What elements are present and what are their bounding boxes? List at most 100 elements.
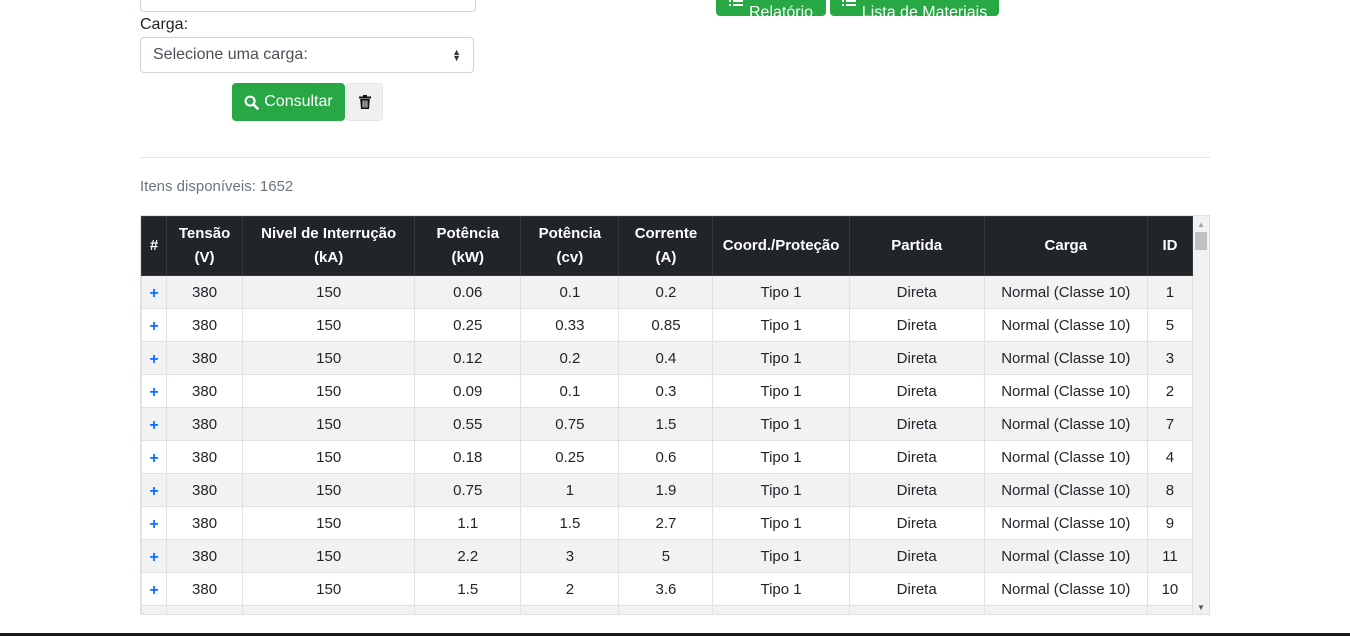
cell-coord: Tipo 1 xyxy=(712,539,850,573)
cell-id: 10 xyxy=(1146,572,1194,606)
plus-icon: + xyxy=(149,582,159,599)
cell-partida: Direta xyxy=(848,506,985,540)
cell-potencia-cv: 0.25 xyxy=(520,440,620,474)
cell-tensao: 380 xyxy=(166,308,244,342)
cell-empty xyxy=(242,605,416,614)
scroll-up-arrow-icon[interactable]: ▲ xyxy=(1197,220,1205,229)
cell-tensao: 380 xyxy=(166,275,244,309)
table-row: +380 150 0.12 0.2 0.4 Tipo 1 Direta Normal (Cla… xyxy=(141,341,1194,375)
cell-potencia-kw: 0.12 xyxy=(414,341,522,375)
plus-icon: + xyxy=(149,516,159,533)
relatorio-label: Relatório xyxy=(748,4,814,21)
cell-id: 2 xyxy=(1146,374,1194,408)
expand-row-button[interactable]: + xyxy=(141,506,168,540)
cell-empty xyxy=(166,605,244,614)
lista-materiais-button[interactable]: Lista de Materiais xyxy=(830,0,999,21)
cell-id: 8 xyxy=(1146,473,1194,507)
expand-row-button[interactable]: + xyxy=(141,374,168,408)
cell-id: 11 xyxy=(1146,539,1194,573)
header-index: # xyxy=(141,216,168,276)
cell-potencia-cv: 0.2 xyxy=(520,341,620,375)
cell-potencia-kw: 2.2 xyxy=(414,539,522,573)
header-potencia-kw: Potência (kW) xyxy=(414,216,522,276)
clear-button[interactable] xyxy=(346,83,383,121)
cell-coord: Tipo 1 xyxy=(712,440,850,474)
search-icon xyxy=(244,95,260,110)
cell-coord: Tipo 1 xyxy=(712,341,850,375)
cell-id: 5 xyxy=(1146,308,1194,342)
expand-row-button[interactable]: + xyxy=(141,341,168,375)
cell-potencia-cv: 3 xyxy=(520,539,620,573)
top-filter-input[interactable] xyxy=(140,0,476,12)
cell-partida: Direta xyxy=(848,374,985,408)
results-table-container: # Tensão (V) Nivel de Interrução (kA) Potê… xyxy=(140,215,1210,615)
header-id: ID xyxy=(1146,216,1194,276)
cell-tensao: 380 xyxy=(166,341,244,375)
table-scrollbar[interactable]: ▲ ▼ xyxy=(1193,216,1209,614)
scroll-thumb[interactable] xyxy=(1195,232,1207,250)
cell-carga: Normal (Classe 10) xyxy=(983,572,1148,606)
cell-potencia-cv: 0.1 xyxy=(520,374,620,408)
cell-id: 3 xyxy=(1146,341,1194,375)
cell-coord: Tipo 1 xyxy=(712,473,850,507)
plus-icon: + xyxy=(149,285,159,302)
relatorio-button[interactable]: Relatório xyxy=(716,0,826,21)
expand-row-button[interactable]: + xyxy=(141,473,168,507)
expand-row-button[interactable]: + xyxy=(141,308,168,342)
trash-icon xyxy=(358,95,371,109)
table-row: +380 150 0.09 0.1 0.3 Tipo 1 Direta Normal (Cla… xyxy=(141,374,1194,408)
cell-potencia-cv: 0.75 xyxy=(520,407,620,441)
plus-icon: + xyxy=(149,483,159,500)
cell-coord: Tipo 1 xyxy=(712,374,850,408)
cell-carga: Normal (Classe 10) xyxy=(983,407,1148,441)
expand-row-button[interactable]: + xyxy=(141,572,168,606)
cell-partida: Direta xyxy=(848,407,985,441)
cell-corrente: 0.2 xyxy=(618,275,714,309)
expand-row-button[interactable]: + xyxy=(141,275,168,309)
cell-carga: Normal (Classe 10) xyxy=(983,374,1148,408)
header-partida: Partida xyxy=(848,216,985,276)
expand-row-button[interactable]: + xyxy=(141,407,168,441)
table-row: +380 150 0.25 0.33 0.85 Tipo 1 Direta Normal (C… xyxy=(141,308,1194,342)
cell-partida: Direta xyxy=(848,341,985,375)
table-body: +380 150 0.06 0.1 0.2 Tipo 1 Direta Normal (Cla… xyxy=(141,275,1194,614)
select-arrows-icon: ▲ ▼ xyxy=(452,47,461,63)
header-coord-protecao: Coord./Proteção xyxy=(712,216,850,276)
cell-empty xyxy=(414,605,522,614)
consultar-button[interactable]: Consultar xyxy=(232,83,345,121)
cell-partida: Direta xyxy=(848,308,985,342)
cell-empty xyxy=(983,605,1148,614)
cell-tensao: 380 xyxy=(166,407,244,441)
carga-label: Carga: xyxy=(140,16,189,33)
cell-empty xyxy=(848,605,985,614)
cell-potencia-kw: 0.06 xyxy=(414,275,522,309)
expand-row-button[interactable]: + xyxy=(141,440,168,474)
cell-empty xyxy=(141,605,168,614)
results-table: # Tensão (V) Nivel de Interrução (kA) Potê… xyxy=(141,216,1194,614)
cell-nivel: 150 xyxy=(242,440,416,474)
cell-potencia-kw: 0.09 xyxy=(414,374,522,408)
scroll-down-arrow-icon[interactable]: ▼ xyxy=(1197,603,1205,612)
carga-select-value: Selecione uma carga: xyxy=(153,46,308,63)
cell-empty xyxy=(520,605,620,614)
cell-id: 1 xyxy=(1146,275,1194,309)
cell-coord: Tipo 1 xyxy=(712,275,850,309)
cell-coord: Tipo 1 xyxy=(712,407,850,441)
cell-carga: Normal (Classe 10) xyxy=(983,275,1148,309)
cell-corrente: 1.9 xyxy=(618,473,714,507)
cell-potencia-kw: 0.25 xyxy=(414,308,522,342)
cell-corrente: 2.7 xyxy=(618,506,714,540)
expand-row-button[interactable]: + xyxy=(141,539,168,573)
header-nivel-interrupcao: Nivel de Interrução (kA) xyxy=(242,216,416,276)
cell-partida: Direta xyxy=(848,572,985,606)
cell-carga: Normal (Classe 10) xyxy=(983,308,1148,342)
table-row: +380 150 2.2 3 5 Tipo 1 Direta Normal (Classe 1… xyxy=(141,539,1194,573)
cell-potencia-kw: 1.5 xyxy=(414,572,522,606)
cell-partida: Direta xyxy=(848,440,985,474)
cell-id: 9 xyxy=(1146,506,1194,540)
plus-icon: + xyxy=(149,351,159,368)
carga-select[interactable]: Selecione uma carga: ▲ ▼ xyxy=(140,37,474,73)
cell-coord: Tipo 1 xyxy=(712,308,850,342)
cell-nivel: 150 xyxy=(242,341,416,375)
table-header-row: # Tensão (V) Nivel de Interrução (kA) Potê… xyxy=(141,216,1194,276)
